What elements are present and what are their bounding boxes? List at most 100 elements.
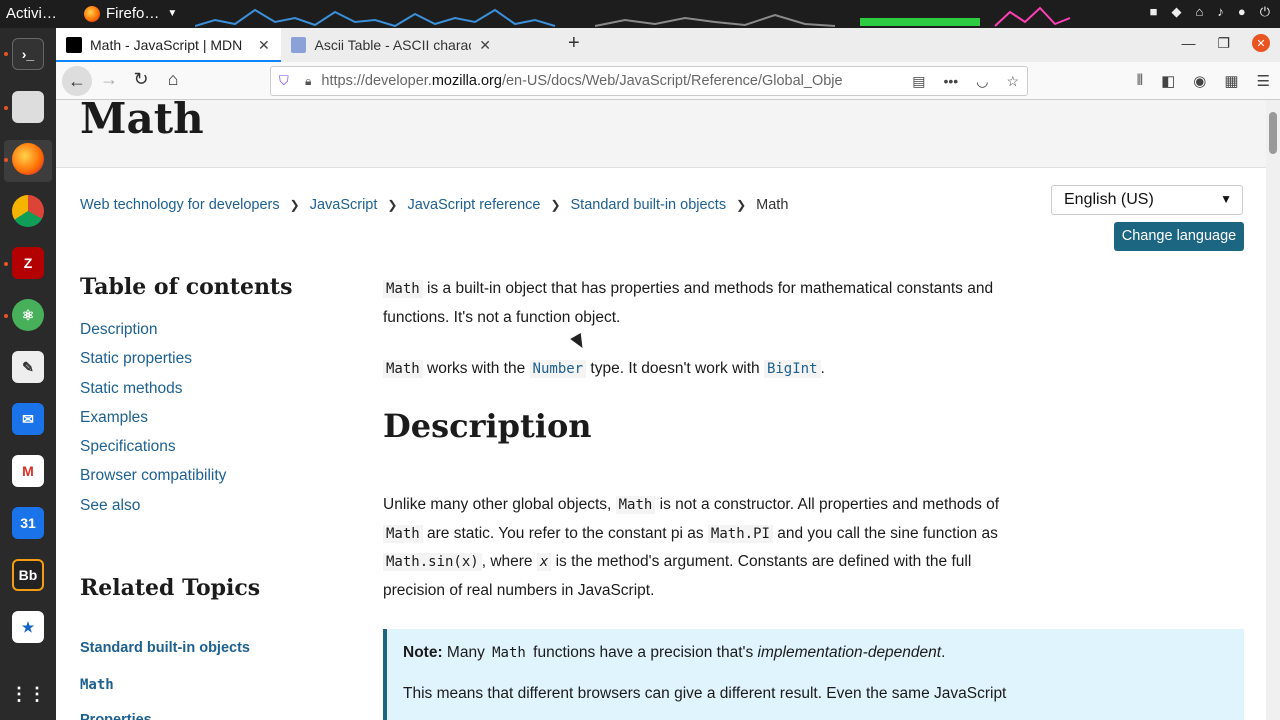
chrome-icon[interactable] [12,195,44,227]
back-icon[interactable]: ← [62,66,92,96]
camera-icon[interactable]: ■ [1150,4,1158,20]
toc-item-static-properties[interactable]: Static properties [80,350,226,379]
text-editor-icon[interactable]: ✎ [12,351,44,383]
inline-code: Math.sin(x) [383,553,482,571]
description-heading: Description [383,407,592,445]
library-icon[interactable]: ⫴ [1137,72,1143,90]
text-span: type. It doesn't work with [586,360,764,377]
system-top-bar: Activi… Firefo… ▼ ■ ◆ ⌂ ♪ ● ⏻ [0,0,1280,28]
toc-item-examples[interactable]: Examples [80,409,226,438]
minimize-icon[interactable]: — [1181,35,1195,51]
gmail-icon[interactable]: M [12,455,44,487]
volume-icon[interactable]: ♪ [1217,4,1224,20]
app-menu-label: Firefo… [106,5,160,22]
network-icon[interactable]: ⌂ [1195,4,1203,20]
home-icon[interactable]: ⌂ [160,69,186,93]
window-controls: — ❐ ✕ [1181,34,1270,52]
inline-code: Math.PI [707,524,773,543]
close-tab-icon[interactable]: ✕ [258,37,270,54]
system-tray: ■ ◆ ⌂ ♪ ● ⏻ [1150,4,1270,20]
breadcrumb-link[interactable]: JavaScript [310,197,378,213]
terminal-icon[interactable]: ›_ [12,38,44,70]
dropbox-icon[interactable]: ◆ [1171,4,1181,20]
intro-text: is a built-in object that has properties… [383,280,994,326]
breadcrumb-link[interactable]: JavaScript reference [407,197,540,213]
activities-button[interactable]: Activi… [6,5,57,22]
related-link-math[interactable]: Math [80,677,114,693]
related-link-properties[interactable]: Properties [80,712,152,720]
note-line-2: This means that different browsers can g… [403,685,1007,702]
menu-icon[interactable]: ☰ [1257,72,1270,90]
tracking-shield-icon[interactable]: ⛉ [279,73,293,89]
filezilla-icon[interactable]: Z [12,247,44,279]
url-text[interactable]: https://developer.mozilla.org/en-US/docs… [321,73,881,89]
number-link[interactable]: Number [529,360,587,378]
lock-icon[interactable]: 🔒︎ [305,74,311,89]
forward-icon[interactable]: → [96,69,122,93]
toc-item-description[interactable]: Description [80,321,226,350]
related-link-builtins[interactable]: Standard built-in objects [80,640,250,656]
related-topics-heading: Related Topics [80,575,261,601]
number-paragraph: Math works with the Number type. It does… [383,355,1033,384]
change-language-button[interactable]: Change language [1114,222,1244,251]
intro-paragraph: Math is a built-in object that has prope… [383,275,1033,332]
close-tab-icon[interactable]: ✕ [479,37,491,54]
sidebar-icon[interactable]: ◧ [1161,72,1175,90]
toc-item-browser-compatibility[interactable]: Browser compatibility [80,467,226,496]
bb-app-icon[interactable]: Bb [12,559,44,591]
bigint-link[interactable]: BigInt [763,360,821,378]
inline-code: Math [492,645,526,661]
microphone-icon[interactable]: ● [1238,4,1246,20]
app-icon[interactable]: ★ [12,611,44,643]
toc-item-specifications[interactable]: Specifications [80,438,226,467]
url-prefix: https://developer. [321,73,432,89]
inline-code: Math [383,360,423,378]
power-icon[interactable]: ⏻ [1260,4,1270,20]
atom-icon[interactable]: ⚛ [12,299,44,331]
account-icon[interactable]: ◉ [1193,72,1206,90]
language-select[interactable]: English (US) ▼ [1051,185,1243,215]
breadcrumb-link[interactable]: Standard built-in objects [571,197,727,213]
title-banner: Math [56,100,1266,168]
system-monitor-graphs [195,0,1075,28]
page-scrollbar[interactable] [1266,100,1280,720]
text-span: and you call the sine function as [772,524,998,542]
reader-view-icon[interactable]: ▤ [912,73,925,90]
app-menu[interactable]: Firefo… ▼ [84,5,177,22]
firefox-dock-icon[interactable] [12,143,44,175]
inline-code: Math [383,524,423,543]
toc-heading: Table of contents [80,274,293,300]
toolbar-right: ⫴ ◧ ◉ ▦ ☰ [1137,72,1270,90]
url-bar[interactable]: ⛉ 🔒︎ https://developer.mozilla.org/en-US… [270,66,1028,96]
reload-icon[interactable]: ↻ [128,69,154,93]
more-actions-icon[interactable]: ••• [944,73,959,90]
show-apps-icon[interactable]: ⋮⋮ [10,678,46,710]
text-span: functions have a precision that's [528,644,758,661]
tab-ascii-table[interactable]: Ascii Table - ASCII charac ✕ [281,28,501,62]
pocket-icon[interactable]: ◡ [976,73,988,90]
text-span: . [941,644,946,661]
breadcrumb-link[interactable]: Web technology for developers [80,197,280,213]
chevron-right-icon: ❯ [550,198,561,212]
new-tab-icon[interactable]: + [568,32,580,55]
extensions-icon[interactable]: ▦ [1224,72,1238,90]
mail-icon[interactable]: ✉ [12,403,44,435]
tab-strip: Math - JavaScript | MDN ✕ Ascii Table - … [56,28,1280,62]
scrollbar-thumb[interactable] [1269,112,1277,154]
url-domain: mozilla.org [431,73,502,89]
toc-item-static-methods[interactable]: Static methods [80,380,226,409]
note-callout: Note: Many Math functions have a precisi… [383,629,1244,720]
text-span: , where [481,553,537,570]
tab-math-mdn[interactable]: Math - JavaScript | MDN ✕ [56,28,281,62]
inline-code: x [536,553,552,571]
chevron-right-icon: ❯ [387,198,398,212]
running-indicator [4,106,8,110]
bookmark-star-icon[interactable]: ☆ [1006,73,1019,90]
toc-item-see-also[interactable]: See also [80,497,226,526]
calendar-icon[interactable]: 31 [12,507,44,539]
restore-icon[interactable]: ❐ [1217,35,1230,52]
window-close-icon[interactable]: ✕ [1252,34,1270,52]
url-path: /en-US/docs/Web/JavaScript/Reference/Glo… [501,73,843,89]
table-of-contents: Description Static properties Static met… [80,321,226,526]
files-icon[interactable] [12,91,44,123]
